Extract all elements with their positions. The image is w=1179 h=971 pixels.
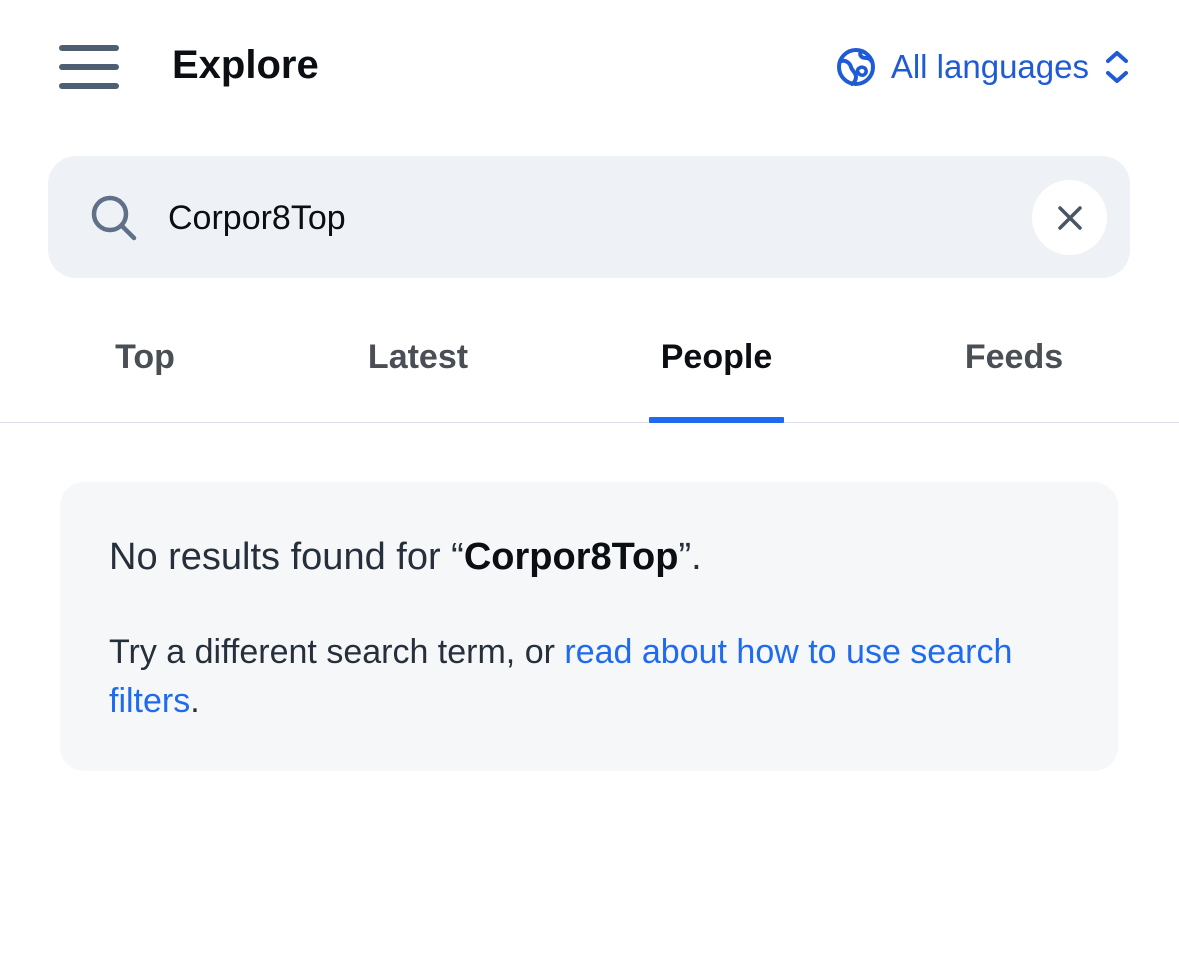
tab-top[interactable]: Top [90,300,200,422]
active-tab-indicator [649,417,784,423]
no-results-message: Try a different search term, or read abo… [109,628,1069,726]
tab-label: Latest [367,337,469,376]
search-tabs: Top Latest People Feeds [0,300,1179,423]
hamburger-menu-icon-middle-bar [59,64,119,70]
language-label: All languages [890,48,1089,85]
search-input[interactable] [168,184,988,252]
tab-label: People [660,337,773,376]
language-selector-button[interactable]: All languages [835,42,1131,92]
tab-label: Feeds [964,337,1064,376]
search-icon [91,195,137,241]
hamburger-menu-icon [59,45,119,51]
no-results-heading: No results found for “Corpor8Top”. [109,532,1089,582]
heading-prefix: No results found for “ [109,536,464,578]
message-prefix: Try a different search term, or [109,633,565,671]
app-header: Explore All languages [0,0,1179,134]
tab-people[interactable]: People [649,300,784,423]
hamburger-menu-icon-bottom-bar [59,83,119,89]
page-title: Explore [172,43,319,87]
tab-latest[interactable]: Latest [350,300,486,422]
tab-feeds[interactable]: Feeds [944,300,1084,422]
search-term: Corpor8Top [463,536,679,578]
clear-search-button[interactable] [1032,180,1107,255]
globe-icon [836,48,875,86]
heading-suffix: ”. [678,536,702,578]
close-icon [1057,205,1082,230]
message-suffix: . [190,682,200,720]
no-results-card [60,482,1118,771]
chevron-up-down-icon [1106,51,1128,83]
tab-label: Top [115,337,175,376]
menu-button[interactable] [52,36,126,98]
